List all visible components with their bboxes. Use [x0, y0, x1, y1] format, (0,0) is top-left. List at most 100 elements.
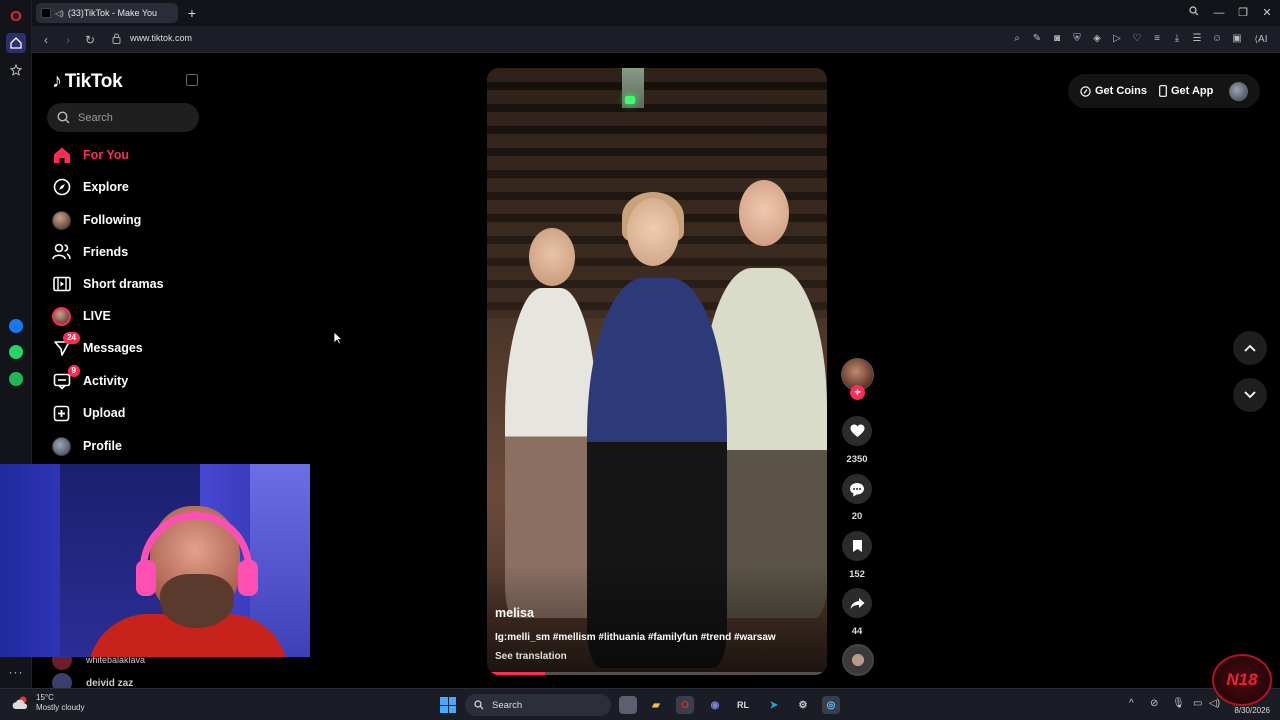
steam-icon[interactable]: ◎	[822, 696, 840, 714]
home-icon[interactable]	[6, 33, 26, 53]
nav-for-you[interactable]: For You	[52, 143, 129, 167]
nav-label: Explore	[83, 180, 129, 194]
collapse-sidebar-icon[interactable]	[186, 74, 198, 86]
task-view-icon[interactable]	[619, 696, 637, 714]
share-button[interactable]	[842, 588, 872, 618]
profile-icon[interactable]: ☺	[1210, 31, 1224, 47]
nav-following[interactable]: Following	[52, 208, 141, 232]
back-icon[interactable]: ‹	[38, 32, 54, 48]
rl-app-icon[interactable]: RL	[734, 696, 752, 714]
taskbar-search[interactable]: Search	[465, 694, 611, 716]
share-arrow-icon	[850, 597, 864, 609]
reload-icon[interactable]: ↻	[82, 32, 98, 48]
minimize-button[interactable]: —	[1210, 5, 1228, 21]
nav-upload[interactable]: Upload	[52, 401, 125, 425]
tab-tiktok[interactable]: ◁) (33)TikTok - Make You	[36, 3, 178, 23]
mouse-cursor-icon	[333, 331, 343, 345]
tab-title: (33)TikTok - Make You	[67, 8, 158, 18]
phone-icon	[1159, 85, 1167, 97]
menu-icon[interactable]: ≡	[1150, 31, 1164, 47]
friends-icon	[52, 243, 71, 262]
nav-label: Profile	[83, 439, 122, 453]
bookmarks-star-icon[interactable]	[6, 60, 26, 80]
messenger-icon[interactable]	[6, 316, 26, 336]
opera-logo-icon[interactable]: O	[6, 6, 26, 26]
url-field[interactable]: www.tiktok.com	[130, 33, 192, 43]
webcam-overlay	[0, 464, 310, 657]
close-button[interactable]: ✕	[1258, 5, 1276, 21]
next-video-button[interactable]	[1233, 378, 1267, 412]
forward-icon[interactable]: ›	[60, 32, 76, 48]
comment-icon	[850, 482, 864, 496]
display-icon[interactable]: ▭	[1193, 698, 1202, 709]
camera-icon[interactable]: ◙	[1050, 31, 1064, 47]
video-username[interactable]: melisa	[495, 606, 534, 620]
weather-widget[interactable]: 15°C Mostly cloudy	[12, 693, 84, 713]
messages-badge: 24	[63, 331, 80, 344]
nav-messages[interactable]: 24 Messages	[52, 331, 143, 360]
whatsapp-icon[interactable]	[6, 342, 26, 362]
download-icon[interactable]: ⤓	[1170, 31, 1184, 47]
network-icon[interactable]: ⊘	[1150, 698, 1158, 709]
nav-label: Short dramas	[83, 277, 164, 291]
nav-label: Messages	[83, 341, 143, 355]
following-avatar-icon	[52, 210, 71, 230]
search-icon	[474, 700, 484, 710]
search-tabs-icon[interactable]	[1185, 5, 1203, 21]
windows-start-icon[interactable]	[440, 697, 456, 713]
nav-label: Following	[83, 213, 142, 227]
opera-taskbar-icon[interactable]: O	[676, 696, 694, 714]
search-page-icon[interactable]: ⌕	[1010, 31, 1024, 47]
compass-icon	[52, 178, 71, 197]
video-progress-bar[interactable]	[487, 672, 545, 675]
edit-icon[interactable]: ✎	[1030, 31, 1044, 47]
telegram-icon[interactable]: ➤	[765, 696, 783, 714]
extensions-icon[interactable]: ☰	[1190, 31, 1204, 47]
account-name: deivid zaz	[86, 677, 134, 689]
vpn-icon[interactable]: ◈	[1090, 31, 1104, 47]
more-dots-icon[interactable]: ···	[6, 662, 26, 682]
heart-icon[interactable]: ♡	[1130, 31, 1144, 47]
get-coins-button[interactable]: Get Coins	[1080, 85, 1147, 97]
tiktok-logo[interactable]: ♪ TikTok	[52, 70, 123, 93]
video-player[interactable]: melisa Ig:melli_sm #mellism #lithuania #…	[487, 68, 827, 675]
ai-button[interactable]: ⟨AI	[1250, 31, 1272, 47]
new-tab-button[interactable]: +	[184, 5, 200, 21]
nav-short-dramas[interactable]: Short dramas	[52, 272, 164, 296]
spotify-icon[interactable]	[6, 369, 26, 389]
coin-icon	[1080, 85, 1091, 97]
file-explorer-icon[interactable]: ▰	[647, 696, 665, 714]
nav-label: For You	[83, 148, 130, 162]
tab-bar: ◁) (33)TikTok - Make You + — ❐ ✕	[32, 0, 1280, 26]
video-caption: Ig:melli_sm #mellism #lithuania #familyf…	[495, 632, 776, 643]
nav-activity[interactable]: 9 Activity	[52, 364, 129, 393]
discord-icon[interactable]: ◉	[706, 696, 724, 714]
app-settings-icon[interactable]: ⚙	[794, 696, 812, 714]
film-icon	[52, 275, 71, 294]
like-button[interactable]	[842, 416, 872, 446]
music-disc-icon[interactable]	[842, 644, 874, 676]
nav-label: Activity	[83, 374, 129, 388]
search-input[interactable]: Search	[47, 103, 199, 132]
speaker-icon: ◁)	[55, 8, 64, 18]
volume-icon[interactable]: ◁)	[1209, 698, 1220, 709]
save-button[interactable]	[842, 531, 872, 561]
tray-chevron-icon[interactable]: ^	[1129, 698, 1134, 709]
follow-plus-icon[interactable]: +	[850, 385, 865, 400]
cube-icon[interactable]: ▣	[1230, 31, 1244, 47]
get-app-button[interactable]: Get App	[1159, 85, 1213, 97]
see-translation-link[interactable]: See translation	[495, 651, 567, 662]
activity-badge: 9	[67, 364, 80, 377]
previous-video-button[interactable]	[1233, 331, 1267, 365]
maximize-button[interactable]: ❐	[1234, 5, 1252, 21]
play-icon[interactable]: ▷	[1110, 31, 1124, 47]
nav-explore[interactable]: Explore	[52, 175, 129, 199]
nav-live[interactable]: LIVE	[52, 304, 111, 328]
user-avatar[interactable]	[1229, 82, 1248, 101]
activity-icon: 9	[52, 364, 80, 391]
nav-profile[interactable]: Profile	[52, 434, 122, 458]
nav-friends[interactable]: Friends	[52, 240, 128, 264]
microphone-icon[interactable]: 🎙	[1172, 698, 1185, 709]
shield-icon[interactable]: ⛨	[1070, 31, 1084, 47]
comment-button[interactable]	[842, 474, 872, 504]
